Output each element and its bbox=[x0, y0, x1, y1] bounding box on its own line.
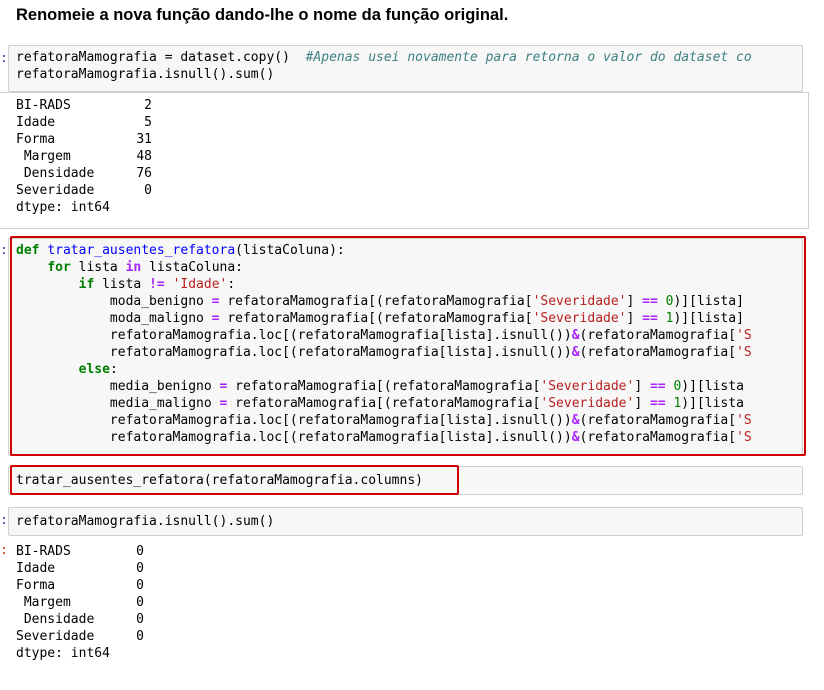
code-cell-isnull-sum[interactable]: refatoraMamografia.isnull().sum() bbox=[8, 507, 803, 536]
null-count-output: BI-RADS 2 Idade 5 Forma 31 Margem 48 Densidade… bbox=[16, 98, 152, 215]
null-count-output: BI-RADS 0 Idade 0 Forma 0 Margem 0 Densidade 0 S… bbox=[16, 544, 144, 661]
input-prompt: : bbox=[0, 513, 8, 528]
input-prompt: : bbox=[0, 51, 8, 66]
section-heading: Renomeie a nova função dando-lhe o nome … bbox=[16, 6, 509, 24]
code-cell-copy-dataset[interactable]: refatoraMamografia = dataset.copy() #Ape… bbox=[8, 45, 803, 92]
input-prompt: : bbox=[0, 243, 8, 258]
highlight-box-call bbox=[10, 465, 459, 495]
highlight-box-function bbox=[10, 236, 806, 456]
code-editor[interactable]: refatoraMamografia.isnull().sum() bbox=[16, 513, 274, 530]
output-prompt: : bbox=[0, 543, 8, 558]
code-editor[interactable]: refatoraMamografia = dataset.copy() #Ape… bbox=[16, 49, 752, 83]
